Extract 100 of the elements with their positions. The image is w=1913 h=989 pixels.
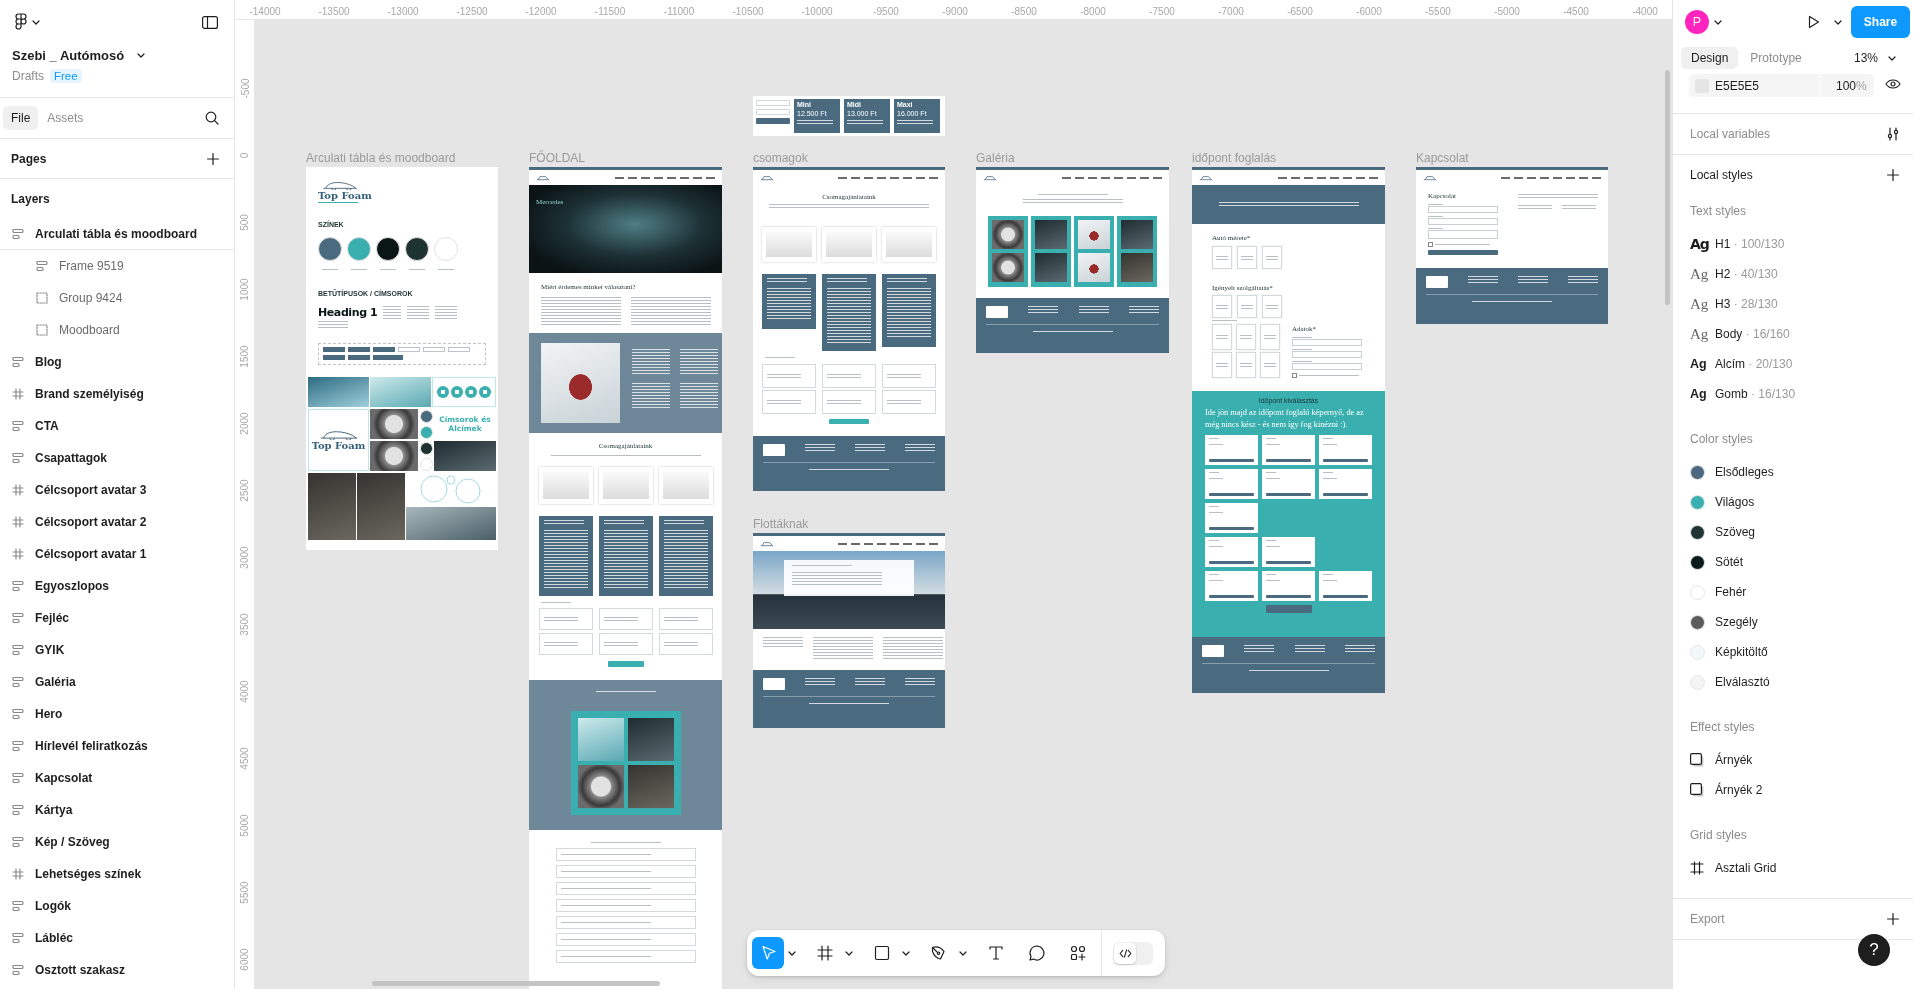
layer-item[interactable]: Csapattagok [0,442,234,474]
text-lines-drawing [1240,335,1252,339]
horizontal-scrollbar[interactable] [372,981,660,986]
sidebar-tab[interactable]: File [3,106,39,130]
layer-item[interactable]: CTA [0,410,234,442]
text-lines-drawing [1323,472,1333,473]
layer-item[interactable]: Blog [0,346,234,378]
button-drawing [1209,527,1254,530]
ruler-label: 4500 [239,746,250,770]
color-style-item[interactable]: Sötét [1673,547,1913,577]
help-button[interactable]: ? [1858,934,1890,966]
layer-item[interactable]: Osztott szakasz [0,954,234,986]
font-sample: Ag [1690,326,1710,342]
text-lines-drawing [1212,320,1237,321]
local-variables-label[interactable]: Local variables [1690,127,1771,141]
effect-style-item[interactable]: Árnyék [1673,745,1913,775]
vertical-scrollbar[interactable] [1665,70,1670,305]
eye-icon[interactable] [1885,79,1901,89]
sidebar-toggle-icon[interactable] [202,15,218,29]
text-style-item[interactable]: Ag H1 · 100/130 [1673,229,1913,259]
layer-item[interactable]: Célcsoport avatar 1 [0,538,234,570]
layer-item[interactable]: Lehetséges színek [0,858,234,890]
text-style-item[interactable]: Ag Body · 16/160 [1673,319,1913,349]
text-style-item[interactable]: Ag H3 · 28/130 [1673,289,1913,319]
dashed-square-icon [36,292,48,304]
color-style-item[interactable]: Fehér [1673,577,1913,607]
text-lines-drawing [767,400,801,404]
layer-item[interactable]: Galéria [0,666,234,698]
layer-item[interactable]: Brand személyiség [0,378,234,410]
layer-item[interactable]: Hírlevél feliratkozás [0,730,234,762]
color-style-item[interactable]: Szöveg [1673,517,1913,547]
panel-tab[interactable]: Prototype [1740,47,1812,69]
grid-icon [1690,861,1704,875]
search-icon[interactable] [205,111,219,125]
caret-icon[interactable] [959,950,967,956]
auto-layout-icon [12,804,24,816]
text-lines-drawing [883,637,943,659]
layer-item[interactable]: Kártya [0,794,234,826]
color-style-item[interactable]: Elsődleges [1673,457,1913,487]
app-logo-icon[interactable] [15,13,27,31]
color-style-item[interactable]: Képkitöltő [1673,637,1913,667]
layer-item[interactable]: Hero [0,698,234,730]
caret-icon[interactable] [845,950,853,956]
caret-icon[interactable] [1888,55,1896,61]
caret-icon[interactable] [788,950,796,956]
caret-icon[interactable] [902,950,910,956]
panel-tab[interactable]: Design [1681,47,1739,69]
layer-item[interactable]: Frame 9519 [0,250,234,282]
layer-item[interactable]: Logók [0,890,234,922]
layer-item[interactable]: Moodboard [0,314,234,346]
layer-item[interactable]: Lábléc [0,922,234,954]
play-icon[interactable] [1808,15,1820,29]
dev-mode-toggle[interactable] [1113,941,1153,965]
text-style-item[interactable]: Ag H2 · 40/130 [1673,259,1913,289]
location-link[interactable]: Drafts [12,69,44,83]
layer-item[interactable]: Célcsoport avatar 2 [0,506,234,538]
text-lines-drawing [1037,194,1108,196]
text-style-item[interactable]: Ag Gomb · 16/130 [1673,379,1913,409]
layer-item[interactable]: GYIK [0,634,234,666]
layer-item[interactable]: Egyoszlopos [0,570,234,602]
layer-item[interactable]: Kapcsolat [0,762,234,794]
text-lines-drawing [543,617,578,621]
ruler-label: 3500 [239,612,250,636]
color-style-item[interactable]: Világos [1673,487,1913,517]
section-heading: Export [1690,912,1725,926]
caret-icon[interactable] [32,19,40,25]
text-style-item[interactable]: Ag Alcím · 20/130 [1673,349,1913,379]
effect-style-item[interactable]: Árnyék 2 [1673,775,1913,805]
color-style-item[interactable]: Szegély [1673,607,1913,637]
color-style-item[interactable]: Elválasztó [1673,667,1913,697]
photo-placeholder [1078,253,1110,282]
font-sample: Ag [1690,386,1708,402]
layer-item[interactable]: Kép / Szöveg [0,826,234,858]
text-lines-drawing [1266,444,1280,445]
caret-icon[interactable] [137,52,146,58]
ruler-label: -13000 [387,5,419,17]
circle-icon [451,386,463,398]
layer-item[interactable]: Arculati tábla és moodboard [0,218,234,250]
plus-icon[interactable] [1887,169,1899,181]
opacity-field[interactable]: 100% [1821,74,1874,97]
hex-color-field[interactable]: E5E5E5 [1689,74,1820,97]
caret-icon[interactable] [1714,19,1722,25]
zoom-level[interactable]: 13% [1853,51,1878,65]
text-lines-drawing [1209,512,1223,513]
text-lines-drawing [1266,255,1278,260]
sidebar-tab[interactable]: Assets [39,106,92,130]
grid-style-item[interactable]: Asztali Grid [1673,853,1913,883]
ruler-label: 5000 [239,813,250,837]
code-icon [1118,948,1132,958]
text-lines-drawing [663,642,698,646]
layer-item[interactable]: Fejléc [0,602,234,634]
plus-icon[interactable] [207,152,219,165]
sliders-icon[interactable] [1887,127,1899,141]
plus-icon[interactable] [1887,913,1899,925]
layer-item[interactable]: Célcsoport avatar 3 [0,474,234,506]
ruler-label: -5000 [1494,5,1520,17]
file-name[interactable]: Szebi _ Autómosó [12,47,125,63]
button-drawing [1265,605,1312,613]
caret-icon[interactable] [1834,19,1842,25]
layer-item[interactable]: Group 9424 [0,282,234,314]
